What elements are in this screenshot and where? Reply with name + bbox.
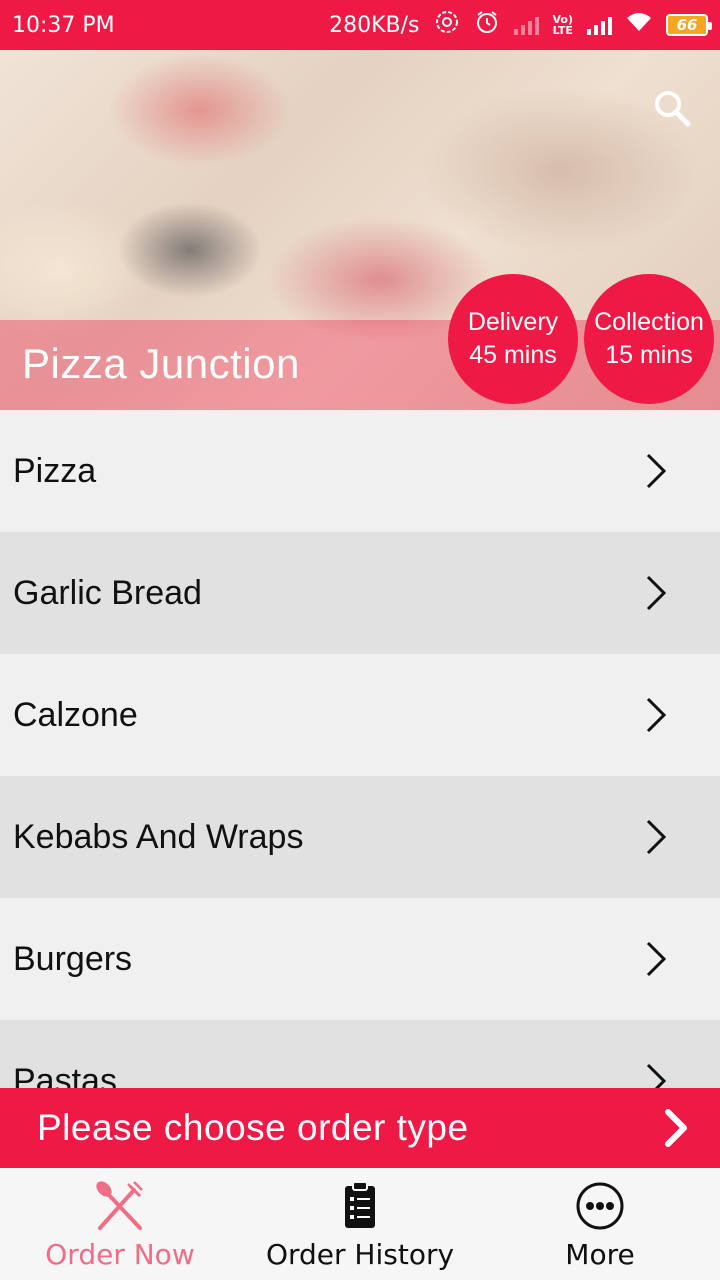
battery-level: 66 <box>676 16 698 34</box>
chevron-right-icon <box>646 453 667 489</box>
nav-label: Order History <box>265 1238 455 1271</box>
sync-icon <box>434 9 460 41</box>
status-icons: 280KB/s Vo) LTE 66 <box>329 9 712 41</box>
category-label: Kebabs And Wraps <box>13 817 304 856</box>
collection-time-badge: Collection 15 mins <box>584 274 714 404</box>
search-button[interactable] <box>652 88 692 128</box>
nav-order-now[interactable]: Order Now <box>0 1168 240 1280</box>
category-row-pizza[interactable]: Pizza <box>0 410 720 532</box>
nav-label: Order Now <box>45 1238 195 1271</box>
alarm-icon <box>474 9 500 41</box>
collection-time: 15 mins <box>605 341 693 369</box>
more-dots-icon <box>576 1182 624 1230</box>
category-label: Garlic Bread <box>13 573 202 612</box>
signal-1-icon <box>513 15 539 35</box>
battery-icon: 66 <box>666 14 712 36</box>
clipboard-icon <box>345 1181 375 1228</box>
delivery-time-badge: Delivery 45 mins <box>448 274 578 404</box>
chevron-right-icon <box>646 1063 667 1088</box>
category-label: Burgers <box>13 939 133 978</box>
restaurant-name: Pizza Junction <box>22 340 300 387</box>
delivery-label: Delivery <box>467 308 559 336</box>
bottom-nav: Order Now Order History More <box>0 1168 720 1280</box>
chevron-right-icon <box>646 941 667 977</box>
network-speed: 280KB/s <box>329 12 420 38</box>
status-time: 10:37 PM <box>12 12 115 38</box>
category-label: Calzone <box>13 695 138 734</box>
nav-label: More <box>565 1238 635 1271</box>
category-label: Pastas <box>13 1061 117 1089</box>
order-type-label: Please choose order type <box>37 1107 469 1148</box>
signal-2-icon <box>587 15 612 35</box>
chevron-right-icon <box>646 697 667 733</box>
chevron-right-icon <box>646 575 667 611</box>
chevron-right-icon <box>665 1109 687 1147</box>
fork-knife-icon <box>96 1181 143 1230</box>
category-row-kebabs-and-wraps[interactable]: Kebabs And Wraps <box>0 776 720 898</box>
delivery-time: 45 mins <box>469 341 557 369</box>
chevron-right-icon <box>646 819 667 855</box>
category-row-pastas[interactable]: Pastas <box>0 1020 720 1088</box>
category-row-burgers[interactable]: Burgers <box>0 898 720 1020</box>
restaurant-hero-image: Pizza Junction Delivery 45 mins Collecti… <box>0 50 720 410</box>
nav-order-history[interactable]: Order History <box>240 1168 480 1280</box>
wifi-icon <box>626 11 652 39</box>
search-icon <box>655 91 691 127</box>
volte-icon: Vo) LTE <box>552 13 574 37</box>
status-bar: 10:37 PM 280KB/s Vo) LTE 66 <box>0 0 720 50</box>
nav-more[interactable]: More <box>480 1168 720 1280</box>
category-label: Pizza <box>13 451 97 490</box>
category-row-calzone[interactable]: Calzone <box>0 654 720 776</box>
choose-order-type-button[interactable]: Please choose order type <box>0 1088 720 1168</box>
category-row-garlic-bread[interactable]: Garlic Bread <box>0 532 720 654</box>
collection-label: Collection <box>594 308 704 336</box>
category-list: Pizza Garlic Bread Calzone Kebabs And Wr… <box>0 410 720 1088</box>
